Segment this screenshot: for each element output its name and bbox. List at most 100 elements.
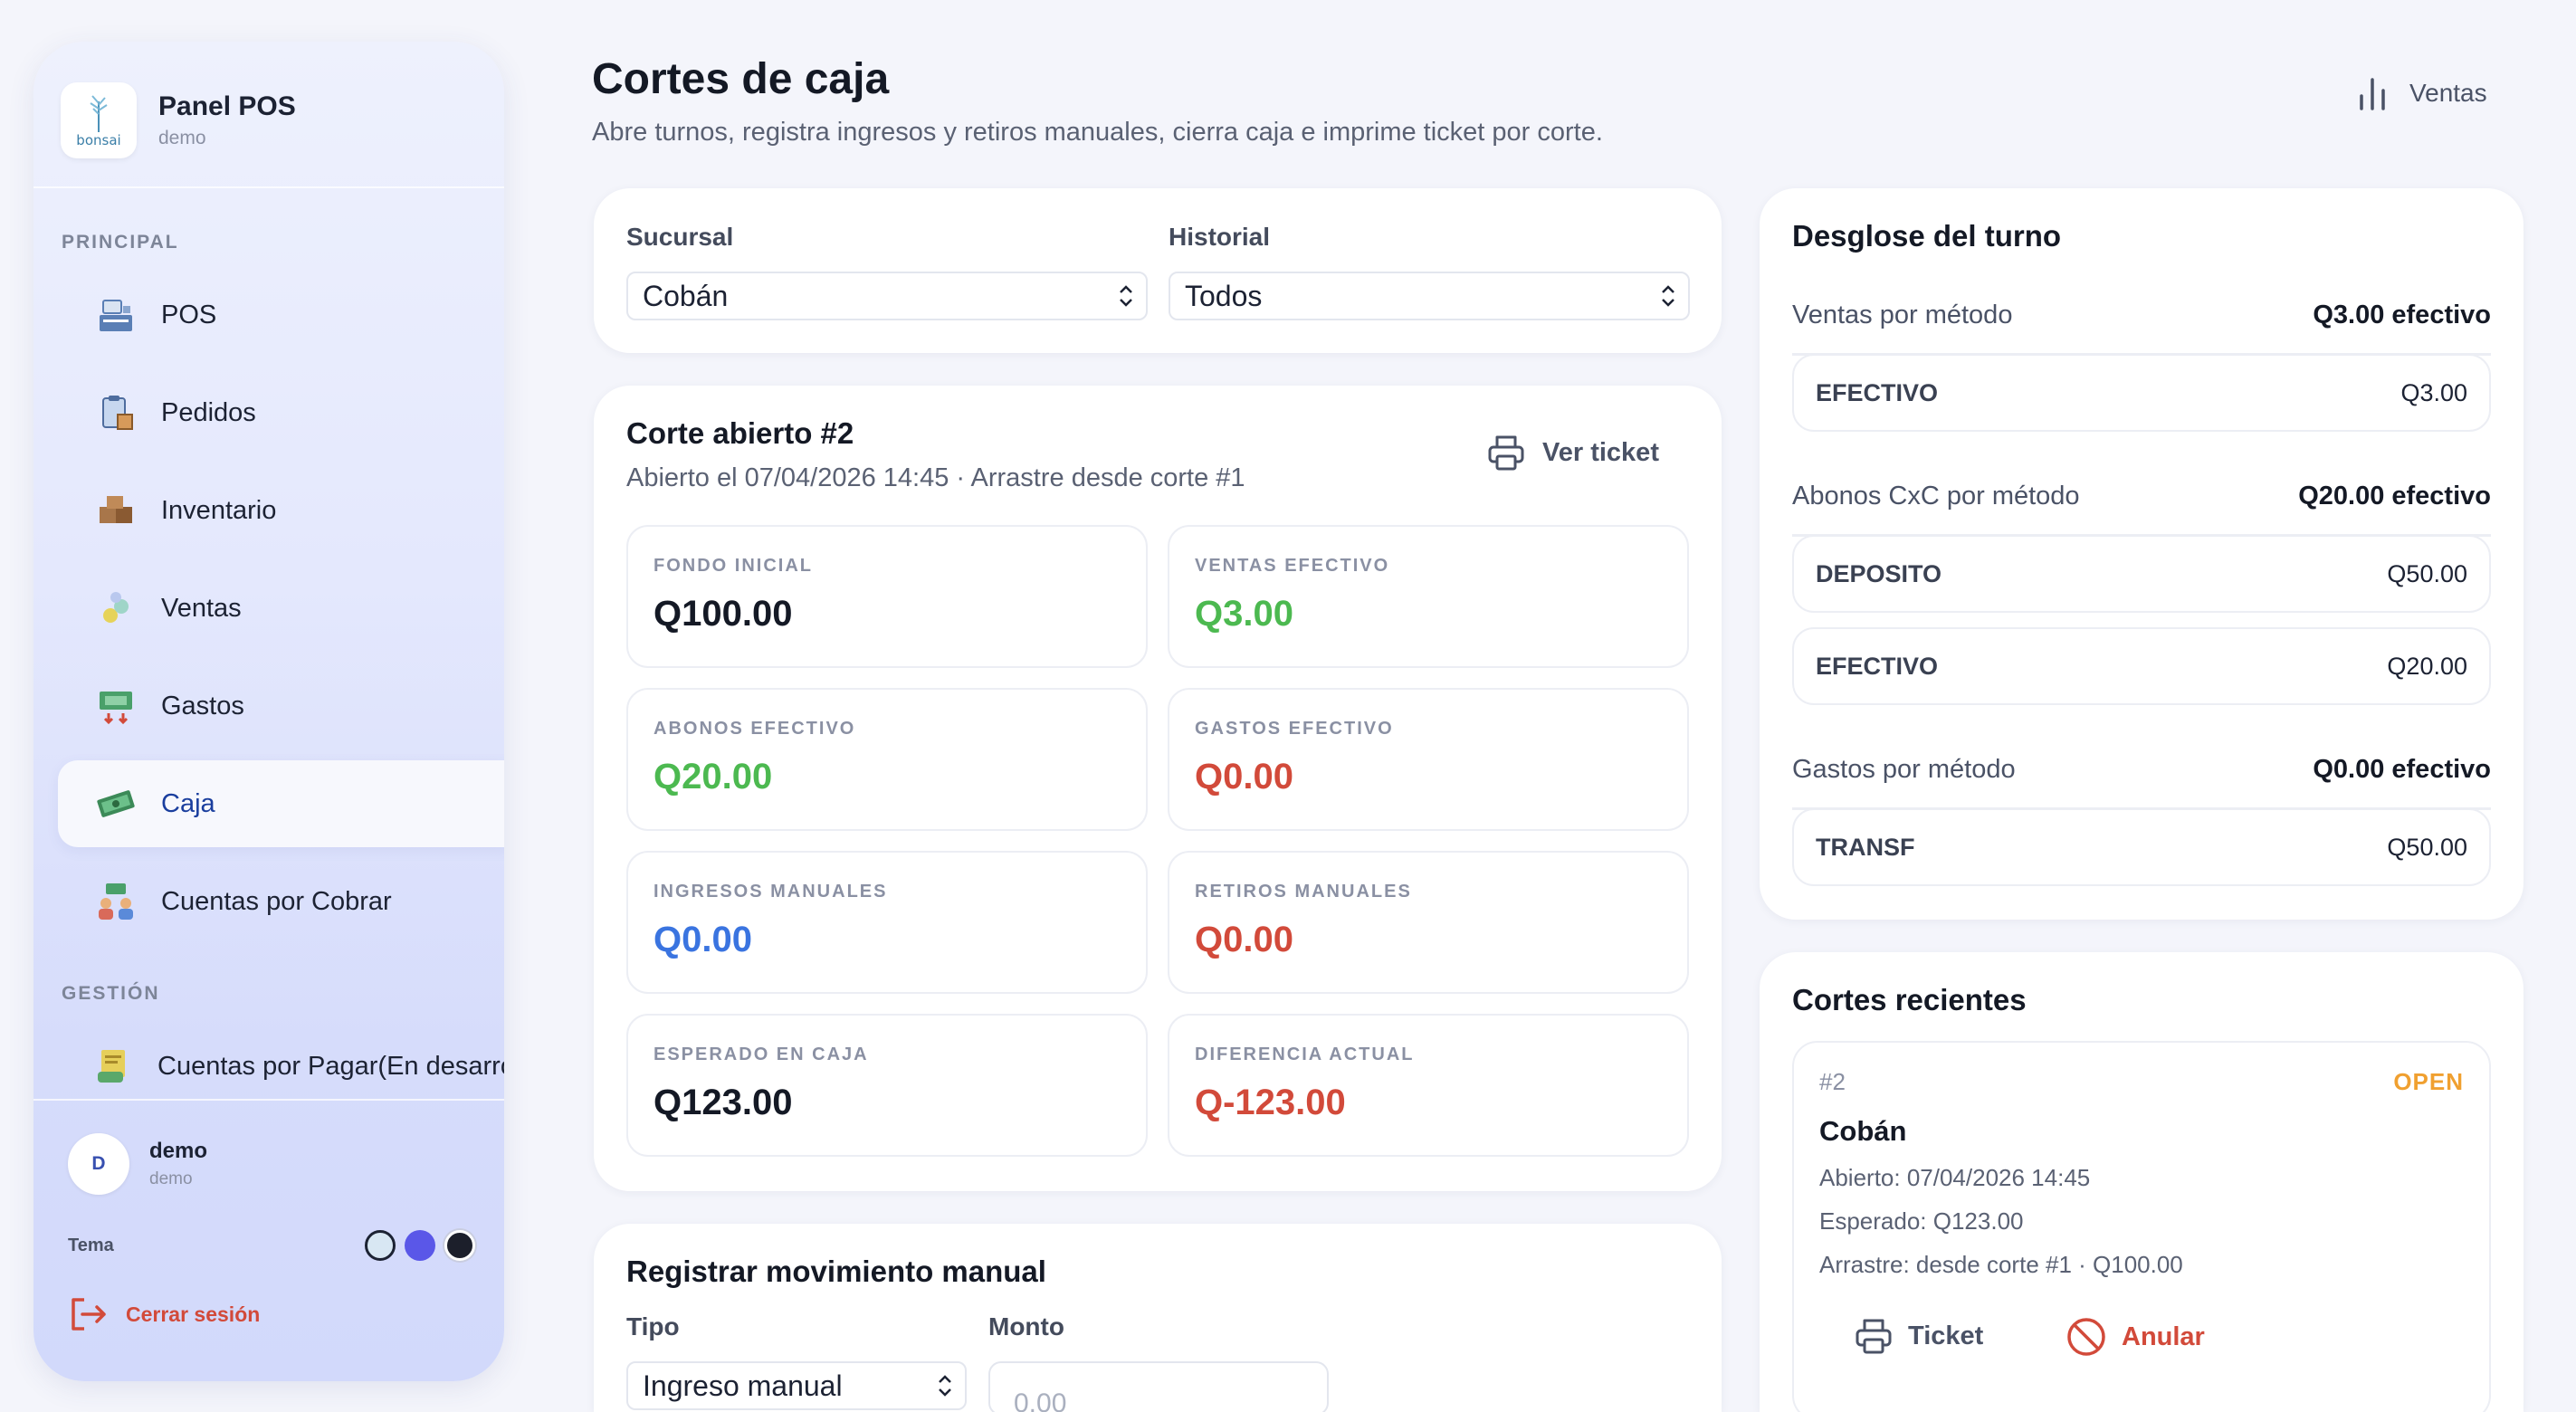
method-amount: Q50.00 — [2387, 834, 2467, 861]
theme-dark-option[interactable] — [444, 1230, 475, 1261]
recent-ticket-button[interactable]: Ticket — [1854, 1316, 1983, 1356]
method-row: EFECTIVO Q3.00 — [1792, 354, 2491, 432]
sucursal-label: Sucursal — [626, 223, 734, 251]
bar-chart-icon — [2360, 78, 2385, 110]
theme-indigo-option[interactable] — [405, 1230, 435, 1261]
select-chevrons-icon — [1120, 285, 1132, 307]
tipo-label: Tipo — [626, 1312, 680, 1340]
sidebar-item-label: Ventas — [161, 593, 242, 623]
sidebar-item-gastos[interactable]: Gastos — [58, 663, 504, 749]
brand-logo: bonsai — [61, 82, 137, 158]
recent-anular-button[interactable]: Anular — [2066, 1316, 2205, 1358]
recientes-title: Cortes recientes — [1792, 983, 2027, 1016]
cash-stack-icon — [94, 782, 138, 825]
logout-icon — [72, 1298, 106, 1331]
section-label-principal: PRINCIPAL — [62, 232, 179, 253]
gastos-metodo-total: Q0.00 efectivo — [2313, 755, 2491, 784]
sidebar-item-label: Cuentas por Pagar(En desarrollo) — [157, 1051, 504, 1081]
sidebar-item-label: Gastos — [161, 691, 244, 720]
clipboard-box-icon — [94, 391, 138, 434]
stat-diferencia-actual: DIFERENCIA ACTUAL Q-123.00 — [1168, 1014, 1689, 1157]
boxes-icon — [94, 489, 138, 532]
ventas-link[interactable]: Ventas — [2357, 76, 2487, 110]
stat-label: VENTAS EFECTIVO — [1195, 556, 1390, 576]
recent-corte-id: #2 — [1819, 1068, 1846, 1095]
historial-select[interactable]: Todos — [1169, 272, 1690, 320]
logout-button[interactable]: Cerrar sesión — [68, 1294, 260, 1334]
brand-subtitle: demo — [158, 128, 206, 148]
method-row: EFECTIVO Q20.00 — [1792, 627, 2491, 705]
sidebar-item-pedidos[interactable]: Pedidos — [58, 369, 504, 456]
stat-gastos-efectivo: GASTOS EFECTIVO Q0.00 — [1168, 688, 1689, 831]
historial-value: Todos — [1185, 279, 1263, 312]
method-row: TRANSF Q50.00 — [1792, 808, 2491, 886]
sidebar-item-label: Cuentas por Cobrar — [161, 886, 392, 916]
recent-corte-carry: Arrastre: desde corte #1 · Q100.00 — [1819, 1251, 2183, 1278]
tipo-select[interactable]: Ingreso manual — [626, 1361, 967, 1410]
people-money-icon — [94, 880, 138, 923]
sidebar-item-cuentas-por-pagar[interactable]: Cuentas por Pagar(En desarrollo) — [58, 1023, 504, 1110]
monto-placeholder: 0.00 — [1014, 1388, 1067, 1412]
avatar: D — [68, 1133, 129, 1195]
money-out-icon — [94, 684, 138, 728]
sidebar-item-cuentas-por-cobrar[interactable]: Cuentas por Cobrar — [58, 858, 504, 945]
ventas-metodo-total: Q3.00 efectivo — [2313, 301, 2491, 329]
theme-light-option[interactable] — [365, 1230, 396, 1261]
sidebar-item-pos[interactable]: POS — [58, 272, 504, 358]
page-title: Cortes de caja — [592, 55, 890, 103]
theme-label: Tema — [68, 1235, 114, 1255]
section-label-gestion: GESTIÓN — [62, 983, 160, 1004]
ventas-link-label: Ventas — [2409, 79, 2487, 107]
sucursal-value: Cobán — [643, 279, 729, 312]
stat-value: Q100.00 — [654, 594, 793, 634]
app-window: bonsai Panel POS demo PRINCIPAL POS Pedi… — [0, 0, 2576, 1412]
stat-value: Q20.00 — [654, 757, 773, 797]
theme-row: Tema — [68, 1230, 475, 1261]
stat-label: RETIROS MANUALES — [1195, 882, 1412, 902]
printer-icon — [1488, 435, 1524, 471]
method-name: EFECTIVO — [1816, 379, 1939, 406]
user-subtitle: demo — [149, 1169, 193, 1188]
method-amount: Q20.00 — [2387, 653, 2467, 680]
user-profile[interactable]: D demo demo — [68, 1133, 207, 1195]
method-amount: Q50.00 — [2387, 560, 2467, 587]
sidebar-divider — [33, 1099, 504, 1101]
brand-logo-text: bonsai — [76, 132, 121, 148]
select-chevrons-icon — [939, 1375, 951, 1397]
corte-subtitle: Abierto el 07/04/2026 14:45 · Arrastre d… — [626, 463, 1245, 492]
ver-ticket-label: Ver ticket — [1542, 437, 1659, 467]
method-name: TRANSF — [1816, 834, 1915, 861]
stat-label: GASTOS EFECTIVO — [1195, 719, 1394, 739]
theme-options — [365, 1230, 475, 1261]
status-badge: OPEN — [2393, 1068, 2464, 1095]
ver-ticket-button[interactable]: Ver ticket — [1486, 433, 1659, 472]
method-amount: Q3.00 — [2400, 379, 2467, 406]
sidebar-item-inventario[interactable]: Inventario — [58, 467, 504, 554]
sidebar-item-label: Caja — [161, 788, 215, 818]
method-name: EFECTIVO — [1816, 653, 1939, 680]
pos-register-icon — [94, 293, 138, 337]
brand[interactable]: bonsai Panel POS demo — [61, 81, 296, 159]
sidebar-item-ventas[interactable]: Ventas — [58, 565, 504, 652]
sidebar-item-caja[interactable]: Caja — [58, 760, 504, 847]
abonos-metodo-label: Abonos CxC por método — [1792, 482, 2080, 510]
logout-label: Cerrar sesión — [126, 1302, 261, 1326]
brand-title: Panel POS — [158, 91, 296, 121]
gastos-metodo-label: Gastos por método — [1792, 755, 2016, 784]
user-name: demo — [149, 1139, 208, 1163]
desglose-title: Desglose del turno — [1792, 219, 2062, 253]
sucursal-select[interactable]: Cobán — [626, 272, 1148, 320]
recent-corte-expected: Esperado: Q123.00 — [1819, 1207, 2024, 1235]
stat-label: INGRESOS MANUALES — [654, 882, 888, 902]
recent-ticket-label: Ticket — [1908, 1321, 1984, 1350]
stat-label: DIFERENCIA ACTUAL — [1195, 1045, 1415, 1064]
recent-corte-item: #2 OPEN Cobán Abierto: 07/04/2026 14:45 … — [1792, 1041, 2491, 1412]
sidebar-item-label: POS — [161, 300, 217, 329]
monto-input[interactable]: 0.00 — [988, 1361, 1329, 1412]
select-chevrons-icon — [1662, 285, 1674, 307]
page-subtitle: Abre turnos, registra ingresos y retiros… — [592, 118, 1603, 147]
corte-abierto-card: Corte abierto #2 Abierto el 07/04/2026 1… — [594, 386, 1722, 1191]
coins-icon — [94, 587, 138, 630]
ventas-metodo-label: Ventas por método — [1792, 301, 2013, 329]
sidebar-item-label: Inventario — [161, 495, 277, 525]
